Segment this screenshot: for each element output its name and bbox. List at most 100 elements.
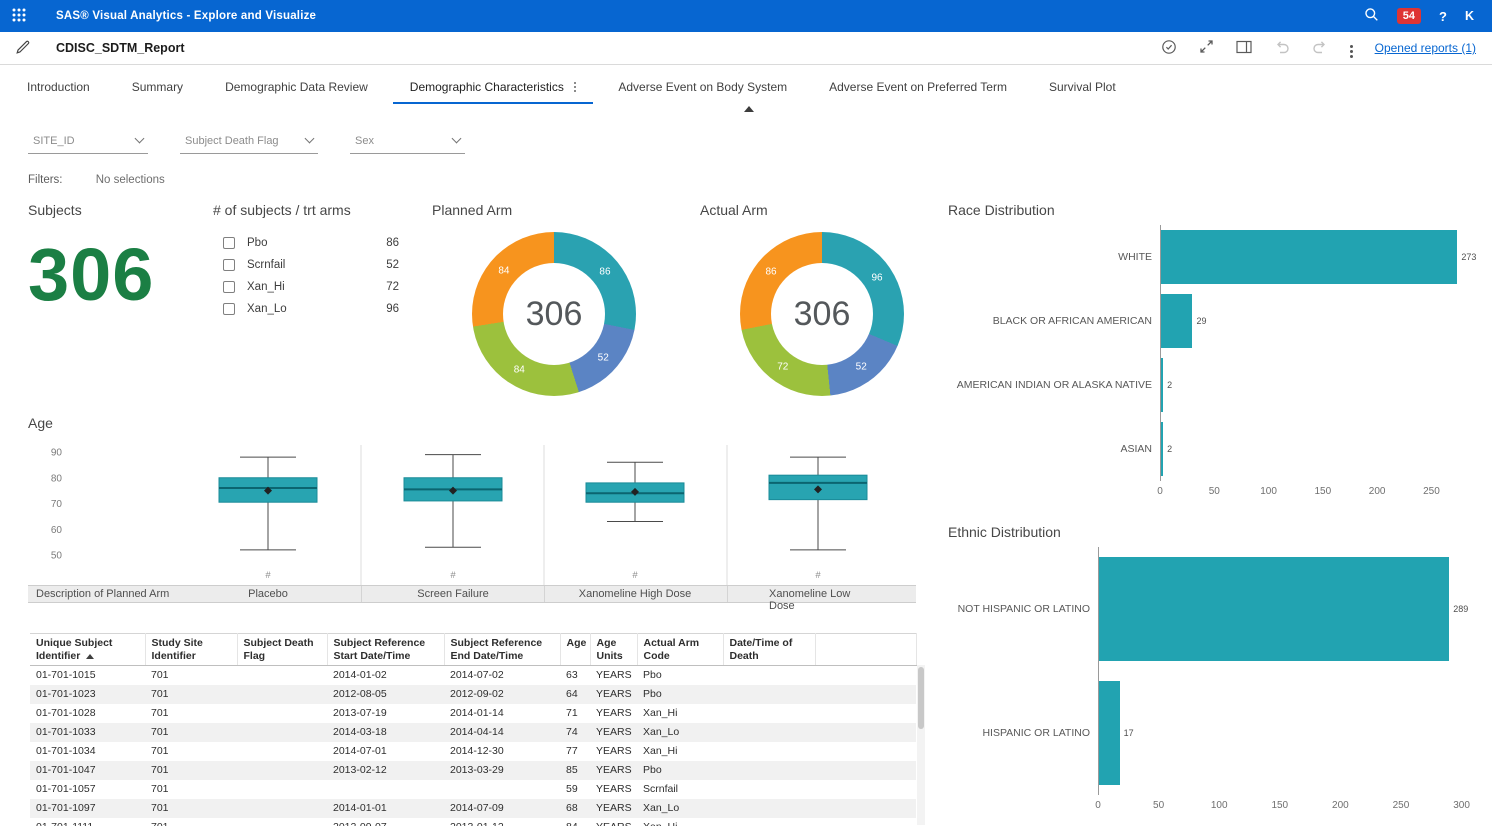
table-cell: 64 bbox=[560, 685, 590, 704]
column-header-age-units[interactable]: Age Units bbox=[590, 634, 637, 666]
filter-controls: SITE_ID Subject Death Flag Sex bbox=[28, 128, 465, 154]
trt-arm-row-xan-lo[interactable]: Xan_Lo96 bbox=[213, 298, 399, 320]
bar-not-hispanic-or-latino[interactable] bbox=[1099, 557, 1449, 661]
panel-title: # of subjects / trt arms bbox=[213, 200, 399, 220]
table-row[interactable]: 01-701-10347012014-07-012014-12-3077YEAR… bbox=[30, 742, 916, 761]
table-cell bbox=[723, 780, 815, 799]
opened-reports-link[interactable]: Opened reports (1) bbox=[1375, 41, 1476, 55]
table-row[interactable]: 01-701-10287012013-07-192014-01-1471YEAR… bbox=[30, 704, 916, 723]
column-header-actual-arm-code[interactable]: Actual Arm Code bbox=[637, 634, 723, 666]
table-cell: YEARS bbox=[590, 742, 637, 761]
notification-badge[interactable]: 54 bbox=[1397, 8, 1421, 24]
bar-american-indian-or-alaska-native[interactable] bbox=[1161, 358, 1163, 412]
column-header-unique-subject-identifier[interactable]: Unique Subject Identifier bbox=[30, 634, 145, 666]
column-header-subject-reference-start-date-time[interactable]: Subject Reference Start Date/Time bbox=[327, 634, 444, 666]
svg-text:60: 60 bbox=[51, 525, 63, 536]
table-cell: 01-701-1028 bbox=[30, 704, 145, 723]
bar-hispanic-or-latino[interactable] bbox=[1099, 681, 1120, 785]
page-collapse-caret-icon[interactable] bbox=[744, 106, 754, 112]
checkbox[interactable] bbox=[223, 303, 235, 315]
bar-plot-area: 289 bbox=[1098, 547, 1468, 671]
tab-demographic-data-review[interactable]: Demographic Data Review bbox=[204, 65, 389, 109]
donut-segment-value: 84 bbox=[498, 266, 509, 277]
table-row[interactable]: 01-701-10237012012-08-052012-09-0264YEAR… bbox=[30, 685, 916, 704]
category-label-screen-failure: Screen Failure bbox=[417, 588, 489, 600]
app-bar: SAS® Visual Analytics - Explore and Visu… bbox=[0, 0, 1492, 32]
table-cell: Xan_Hi bbox=[637, 742, 723, 761]
column-header-subject-reference-end-date-time[interactable]: Subject Reference End Date/Time bbox=[444, 634, 560, 666]
column-header-study-site-identifier[interactable]: Study Site Identifier bbox=[145, 634, 237, 666]
bar-category-label: NOT HISPANIC OR LATINO bbox=[948, 603, 1098, 615]
help-button[interactable]: ? bbox=[1439, 9, 1447, 24]
tab-options-icon[interactable] bbox=[574, 86, 577, 89]
scrollbar-thumb[interactable] bbox=[918, 667, 924, 729]
table-cell bbox=[815, 799, 916, 818]
svg-text:90: 90 bbox=[51, 448, 63, 459]
table-row[interactable]: 01-701-10157012014-01-022014-07-0263YEAR… bbox=[30, 666, 916, 686]
panel-layout-button[interactable] bbox=[1236, 40, 1252, 57]
table-cell bbox=[723, 666, 815, 686]
app-switcher-button[interactable] bbox=[12, 8, 26, 25]
bar-row-white: WHITE273 bbox=[948, 225, 1464, 289]
filter-dropdown-subject-death-flag[interactable]: Subject Death Flag bbox=[180, 128, 318, 154]
redo-button[interactable] bbox=[1312, 39, 1328, 58]
checkbox[interactable] bbox=[223, 281, 235, 293]
more-options-button[interactable] bbox=[1350, 41, 1353, 56]
panel-title: Ethnic Distribution bbox=[948, 522, 1464, 542]
bar-value-label: 2 bbox=[1167, 380, 1172, 390]
table-cell: Pbo bbox=[637, 666, 723, 686]
table-row[interactable]: 01-701-10337012014-03-182014-04-1474YEAR… bbox=[30, 723, 916, 742]
ethnic-bar-chart[interactable]: NOT HISPANIC OR LATINO289HISPANIC OR LAT… bbox=[948, 547, 1464, 814]
table-row[interactable]: 01-701-11117012012-09-072013-01-1284YEAR… bbox=[30, 818, 916, 826]
subjects-table[interactable]: Unique Subject IdentifierStudy Site Iden… bbox=[30, 633, 917, 826]
tab-introduction[interactable]: Introduction bbox=[6, 65, 111, 109]
filter-dropdown-site-id[interactable]: SITE_ID bbox=[28, 128, 148, 154]
bar-asian[interactable] bbox=[1161, 422, 1163, 476]
column-header-date-time-of-death[interactable]: Date/Time of Death bbox=[723, 634, 815, 666]
column-header-subject-death-flag[interactable]: Subject Death Flag bbox=[237, 634, 327, 666]
user-avatar[interactable]: K bbox=[1465, 9, 1474, 23]
data-status-button[interactable] bbox=[1161, 39, 1177, 58]
tab-demographic-characteristics[interactable]: Demographic Characteristics bbox=[389, 65, 598, 109]
table-row[interactable]: 01-701-105770159YEARSScrnfail bbox=[30, 780, 916, 799]
undo-button[interactable] bbox=[1274, 39, 1290, 58]
table-cell bbox=[237, 704, 327, 723]
edit-report-button[interactable] bbox=[16, 40, 30, 57]
tab-label: Adverse Event on Preferred Term bbox=[829, 80, 1007, 94]
table-cell: YEARS bbox=[590, 761, 637, 780]
table-scrollbar[interactable] bbox=[917, 665, 925, 825]
planned-arm-row-label: Description of Planned Arm bbox=[36, 588, 169, 600]
tab-label: Introduction bbox=[27, 80, 90, 94]
checkbox[interactable] bbox=[223, 259, 235, 271]
trt-arm-row-xan-hi[interactable]: Xan_Hi72 bbox=[213, 276, 399, 298]
age-boxplot[interactable]: 9080706050#### bbox=[28, 445, 916, 585]
fullscreen-button[interactable] bbox=[1199, 39, 1214, 57]
table-cell bbox=[237, 723, 327, 742]
race-bar-chart[interactable]: WHITE273BLACK OR AFRICAN AMERICAN29AMERI… bbox=[948, 225, 1464, 500]
donut-total-value: 306 bbox=[526, 295, 583, 334]
trt-arm-row-pbo[interactable]: Pbo86 bbox=[213, 232, 399, 254]
bar-white[interactable] bbox=[1161, 230, 1457, 284]
svg-text:80: 80 bbox=[51, 473, 63, 484]
bar-row-american-indian-or-alaska-native: AMERICAN INDIAN OR ALASKA NATIVE2 bbox=[948, 353, 1464, 417]
table-cell: 2012-08-05 bbox=[327, 685, 444, 704]
search-button[interactable] bbox=[1364, 7, 1379, 25]
table-row[interactable]: 01-701-10977012014-01-012014-07-0968YEAR… bbox=[30, 799, 916, 818]
planned-arm-donut[interactable]: 306 86528484 bbox=[472, 232, 636, 396]
column-header-age[interactable]: Age bbox=[560, 634, 590, 666]
tab-adverse-event-on-body-system[interactable]: Adverse Event on Body System bbox=[597, 65, 808, 109]
bar-black-or-african-american[interactable] bbox=[1161, 294, 1192, 348]
table-row[interactable]: 01-701-10477012013-02-122013-03-2985YEAR… bbox=[30, 761, 916, 780]
table-cell: 2014-12-30 bbox=[444, 742, 560, 761]
donut-segment-value: 52 bbox=[856, 362, 867, 373]
trt-arm-row-scrnfail[interactable]: Scrnfail52 bbox=[213, 254, 399, 276]
table-cell: 85 bbox=[560, 761, 590, 780]
tab-survival-plot[interactable]: Survival Plot bbox=[1028, 65, 1137, 109]
tab-summary[interactable]: Summary bbox=[111, 65, 204, 109]
actual-arm-donut[interactable]: 306 96527286 bbox=[740, 232, 904, 396]
checkbox[interactable] bbox=[223, 237, 235, 249]
filter-dropdown-sex[interactable]: Sex bbox=[350, 128, 465, 154]
tab-adverse-event-on-preferred-term[interactable]: Adverse Event on Preferred Term bbox=[808, 65, 1028, 109]
redo-icon bbox=[1312, 39, 1328, 55]
bar-category-label: BLACK OR AFRICAN AMERICAN bbox=[948, 315, 1160, 327]
